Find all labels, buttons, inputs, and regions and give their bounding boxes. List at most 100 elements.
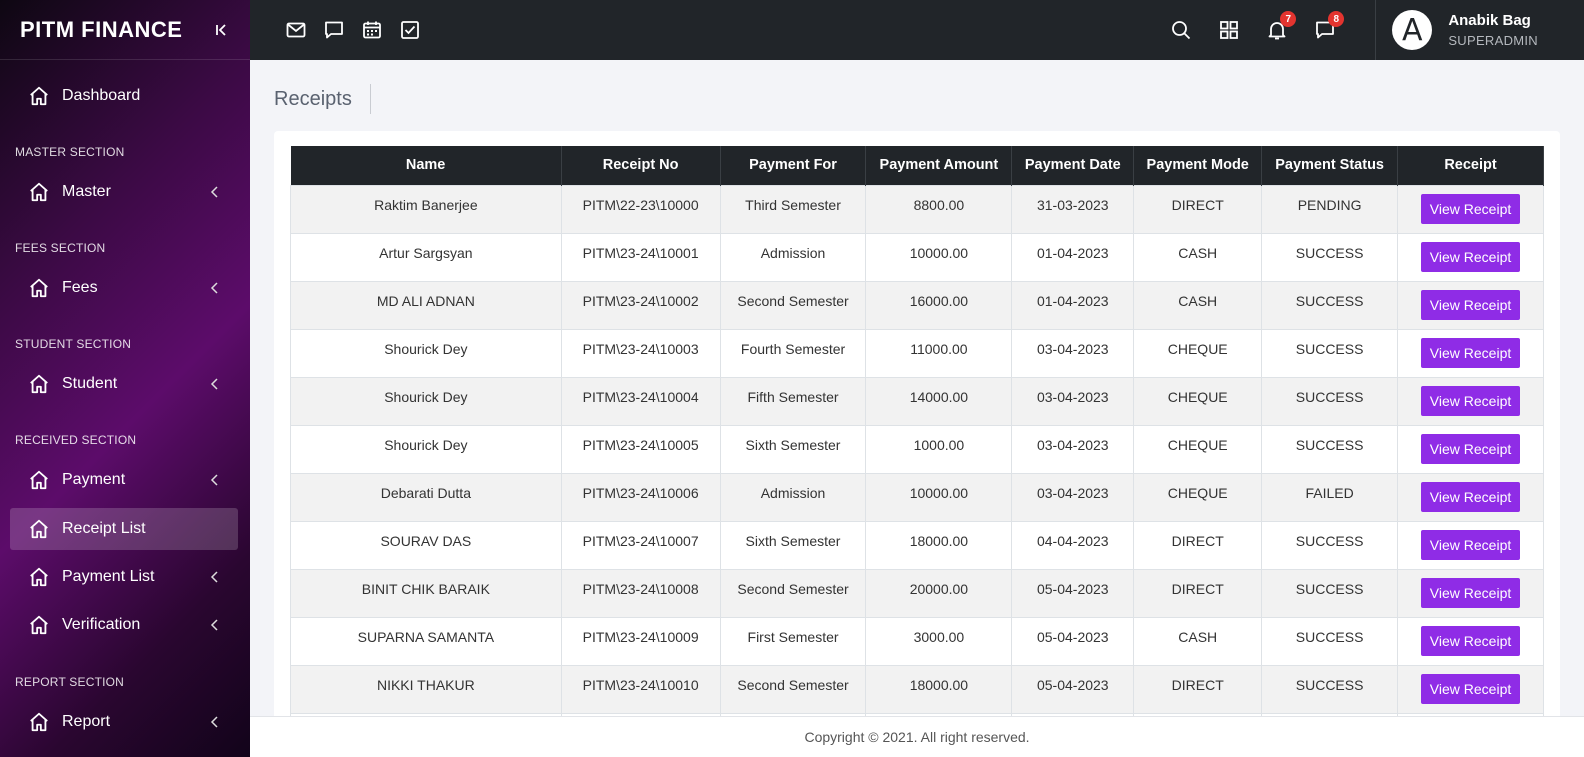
sidebar-item-dashboard[interactable]: Dashboard [10,75,238,117]
cell-payment-for: First Semester [719,616,867,666]
page-title: Receipts [274,84,371,114]
chevron-left-icon [210,186,220,198]
column-header-payment-mode[interactable]: Payment Mode [1133,146,1263,185]
home-icon [28,614,50,636]
cell-payment-for: Fourth Semester [719,328,867,378]
mail-icon[interactable] [286,20,306,40]
chat-icon[interactable] [324,20,344,40]
receipts-table: Name Receipt No Payment For Payment Amou… [290,146,1544,731]
column-header-name[interactable]: Name [290,146,562,185]
cell-payment-amount: 18000.00 [865,664,1013,714]
cell-payment-amount: 10000.00 [865,472,1013,522]
search-icon[interactable] [1171,20,1191,40]
sidebar-item-master[interactable]: Master [10,171,238,213]
cell-name: Shourick Dey [290,328,562,378]
cell-name: Shourick Dey [290,376,562,426]
column-header-payment-date[interactable]: Payment Date [1011,146,1135,185]
cell-receipt: View Receipt [1397,280,1544,330]
sidebar-item-report[interactable]: Report [10,701,238,743]
cell-payment-amount: 20000.00 [865,568,1013,618]
cell-payment-status: SUCCESS [1261,232,1399,282]
message-badge: 8 [1328,11,1345,27]
user-menu[interactable]: A Anabik Bag SUPERADMIN [1375,0,1584,60]
view-receipt-button[interactable]: View Receipt [1420,433,1521,464]
sidebar-item-fees[interactable]: Fees [10,267,238,309]
cell-payment-status: SUCCESS [1261,520,1399,570]
sidebar-item-student[interactable]: Student [10,363,238,405]
view-receipt-button[interactable]: View Receipt [1420,289,1521,320]
column-header-receipt-no[interactable]: Receipt No [561,146,721,185]
cell-payment-mode: DIRECT [1133,568,1263,618]
view-receipt-button[interactable]: View Receipt [1420,529,1521,560]
cell-name: Artur Sargsyan [290,232,562,282]
cell-name: SOURAV DAS [290,520,562,570]
column-header-payment-status[interactable]: Payment Status [1261,146,1399,185]
column-header-payment-amount[interactable]: Payment Amount [865,146,1013,185]
view-receipt-button[interactable]: View Receipt [1420,337,1521,368]
cell-receipt: View Receipt [1397,184,1544,234]
cell-payment-mode: DIRECT [1133,520,1263,570]
column-header-payment-for[interactable]: Payment For [720,146,867,185]
cell-payment-for: Second Semester [719,568,867,618]
collapse-sidebar-icon[interactable] [214,23,228,37]
view-receipt-button[interactable]: View Receipt [1420,625,1521,656]
home-icon [28,711,50,733]
user-name: Anabik Bag [1448,12,1531,29]
home-icon [28,181,50,203]
cell-name: BINIT CHIK BARAIK [290,568,562,618]
cell-payment-status: SUCCESS [1261,424,1399,474]
cell-payment-status: SUCCESS [1261,664,1399,714]
cell-receipt: View Receipt [1397,328,1544,378]
cell-payment-date: 03-04-2023 [1011,472,1135,522]
chevron-left-icon [210,474,220,486]
view-receipt-button[interactable]: View Receipt [1420,193,1521,224]
sidebar: PITM FINANCE Dashboard MASTER SECTION Ma… [0,0,250,757]
topbar-actions: 7 8 [1171,11,1345,40]
table-row: Raktim Banerjee PITM\22-23\10000 Third Sem… [290,184,1544,234]
table-row: SUPARNA SAMANTA PITM\23-24\10009 First Sem… [290,616,1544,666]
cell-payment-mode: CHEQUE [1133,472,1263,522]
view-receipt-button[interactable]: View Receipt [1420,481,1521,512]
cell-receipt-no: PITM\23-24\10009 [560,616,721,666]
cell-payment-mode: CHEQUE [1133,424,1263,474]
sidebar-item-payment-list[interactable]: Payment List [10,556,238,598]
view-receipt-button[interactable]: View Receipt [1420,673,1521,704]
table-row: SOURAV DAS PITM\23-24\10007 Sixth Semester… [290,520,1544,570]
cell-receipt-no: PITM\23-24\10007 [560,520,721,570]
cell-receipt-no: PITM\23-24\10010 [560,664,721,714]
cell-payment-mode: CASH [1133,280,1263,330]
cell-payment-status: SUCCESS [1261,616,1399,666]
apps-grid-icon[interactable] [1219,20,1239,40]
cell-payment-for: Third Semester [719,184,867,234]
table-row: Shourick Dey PITM\23-24\10004 Fifth Semest… [290,376,1544,426]
sidebar-item-payment[interactable]: Payment [10,459,238,501]
cell-name: Debarati Dutta [290,472,562,522]
home-icon [28,85,50,107]
page-header: Receipts [274,84,371,114]
home-icon [28,566,50,588]
section-label-student: STUDENT SECTION [15,337,132,351]
cell-receipt: View Receipt [1397,232,1544,282]
cell-payment-date: 01-04-2023 [1011,280,1135,330]
cell-payment-amount: 1000.00 [865,424,1013,474]
cell-payment-status: SUCCESS [1261,280,1399,330]
view-receipt-button[interactable]: View Receipt [1420,577,1521,608]
cell-payment-for: Second Semester [719,280,867,330]
table-row: Shourick Dey PITM\23-24\10003 Fourth Semes… [290,328,1544,378]
user-info: Anabik Bag SUPERADMIN [1448,12,1538,48]
sidebar-item-receipt-list[interactable]: Receipt List [10,508,238,550]
chevron-left-icon [210,282,220,294]
view-receipt-button[interactable]: View Receipt [1420,385,1521,416]
cell-payment-status: SUCCESS [1261,328,1399,378]
cell-payment-mode: CASH [1133,232,1263,282]
bell-icon[interactable]: 7 [1267,11,1297,40]
footer: Copyright © 2021. All right reserved. [250,716,1584,757]
sidebar-item-label: Fees [62,279,98,296]
calendar-icon[interactable] [362,20,382,40]
checkbox-icon[interactable] [400,20,420,40]
message-icon[interactable]: 8 [1315,11,1345,40]
sidebar-item-verification[interactable]: Verification [10,604,238,646]
table-row: MD ALI ADNAN PITM\23-24\10002 Second Semes… [290,280,1544,330]
cell-payment-date: 04-04-2023 [1011,520,1135,570]
view-receipt-button[interactable]: View Receipt [1420,241,1521,272]
